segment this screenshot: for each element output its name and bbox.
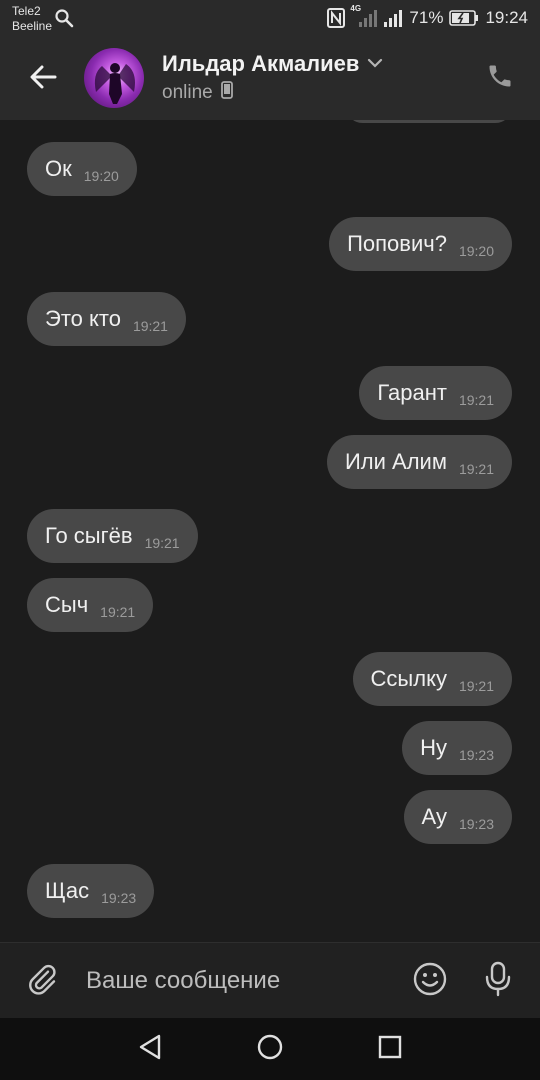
circle-home-icon bbox=[256, 1033, 284, 1066]
carrier-info: Tele2 Beeline bbox=[12, 4, 52, 34]
contact-name: Ильдар Акмалиев bbox=[162, 51, 360, 76]
avatar[interactable] bbox=[84, 48, 144, 108]
message-bubble-outgoing[interactable]: Попович? 19:20 bbox=[329, 217, 512, 271]
message-bubble-outgoing[interactable]: Ссылку 19:21 bbox=[352, 652, 512, 706]
paperclip-icon bbox=[26, 962, 58, 1001]
message-time: 19:23 bbox=[101, 890, 137, 906]
search-icon bbox=[54, 8, 74, 28]
chat-header: Ильдар Акмалиев online bbox=[0, 38, 540, 120]
message-bubble-outgoing[interactable]: Ну 19:23 bbox=[402, 721, 512, 775]
nfc-icon bbox=[327, 8, 346, 28]
message-text: Ну bbox=[420, 735, 447, 760]
message-text: Го сыгёв bbox=[45, 523, 133, 548]
message-bubble-incoming[interactable]: Щас 19:23 bbox=[27, 864, 155, 918]
clock: 19:24 bbox=[485, 8, 528, 27]
message-bubble-incoming[interactable]: Это кто 19:21 bbox=[27, 292, 186, 346]
message-text: Ссылку bbox=[370, 666, 447, 691]
battery-percent: 71% bbox=[409, 8, 444, 27]
contact-status: online bbox=[162, 81, 213, 103]
message-text: Гарант bbox=[377, 380, 447, 405]
message-bubble-incoming[interactable]: Ок 19:20 bbox=[27, 142, 137, 196]
message-composer bbox=[0, 942, 540, 1018]
contact-name-row[interactable]: Ильдар Акмалиев bbox=[162, 51, 383, 77]
message-bubble-partial bbox=[346, 120, 512, 123]
network-badge: 4G bbox=[350, 4, 362, 13]
message-text: Ау bbox=[421, 804, 447, 829]
voice-message-button[interactable] bbox=[478, 961, 518, 1001]
message-time: 19:23 bbox=[458, 747, 494, 763]
emoji-button[interactable] bbox=[410, 961, 450, 1001]
message-time: 19:21 bbox=[144, 535, 180, 551]
battery-icon bbox=[449, 10, 479, 26]
message-list[interactable]: Ок 19:20 Попович? 19:20 Это кто 19:21 Га… bbox=[0, 120, 540, 942]
system-nav-bar bbox=[0, 1018, 540, 1080]
message-time: 19:21 bbox=[458, 461, 494, 477]
message-bubble-outgoing[interactable]: Или Алим 19:21 bbox=[326, 435, 512, 489]
message-time: 19:20 bbox=[83, 168, 119, 184]
message-time: 19:21 bbox=[458, 678, 494, 694]
back-button[interactable] bbox=[22, 58, 64, 100]
message-text: Щас bbox=[45, 878, 90, 903]
phone-icon bbox=[486, 62, 514, 95]
message-bubble-outgoing[interactable]: Ау 19:23 bbox=[403, 790, 512, 844]
carrier-2: Beeline bbox=[12, 19, 53, 33]
message-bubble-incoming[interactable]: Го сыгёв 19:21 bbox=[27, 509, 198, 563]
nav-home-button[interactable] bbox=[252, 1031, 288, 1067]
message-text: Или Алим bbox=[344, 449, 447, 474]
status-bar: Tele2 Beeline 4G 71% 19:24 bbox=[0, 0, 540, 38]
message-bubble-incoming[interactable]: Сыч 19:21 bbox=[27, 578, 154, 632]
signal-1-icon: 4G bbox=[350, 4, 378, 28]
signal-2-icon bbox=[383, 8, 403, 28]
contact-status-row: online bbox=[162, 81, 233, 104]
nav-recent-button[interactable] bbox=[372, 1031, 408, 1067]
chat-screen: Tele2 Beeline 4G 71% 19:24 Ильдар Акмали… bbox=[0, 0, 540, 1080]
message-input[interactable] bbox=[86, 963, 386, 999]
message-time: 19:21 bbox=[458, 392, 494, 408]
message-time: 19:23 bbox=[458, 816, 494, 832]
carrier-1: Tele2 bbox=[12, 4, 41, 18]
phone-device-icon bbox=[220, 81, 233, 104]
message-text: Попович? bbox=[347, 231, 447, 256]
microphone-icon bbox=[484, 961, 512, 1002]
message-time: 19:20 bbox=[458, 243, 494, 259]
triangle-back-icon bbox=[137, 1033, 163, 1066]
status-indicators: 4G 71% 19:24 bbox=[327, 4, 528, 29]
nav-back-button[interactable] bbox=[132, 1031, 168, 1067]
message-time: 19:21 bbox=[132, 318, 168, 334]
square-recent-icon bbox=[377, 1034, 403, 1065]
message-text: Ок bbox=[45, 156, 72, 181]
message-bubble-outgoing[interactable]: Гарант 19:21 bbox=[359, 366, 512, 420]
emoji-icon bbox=[413, 962, 447, 1001]
message-time: 19:21 bbox=[100, 604, 136, 620]
call-button[interactable] bbox=[482, 60, 518, 96]
message-text: Это кто bbox=[45, 306, 121, 331]
chevron-down-icon bbox=[367, 55, 383, 73]
arrow-left-icon bbox=[29, 65, 57, 94]
message-text: Сыч bbox=[45, 592, 89, 617]
attach-button[interactable] bbox=[22, 961, 62, 1001]
